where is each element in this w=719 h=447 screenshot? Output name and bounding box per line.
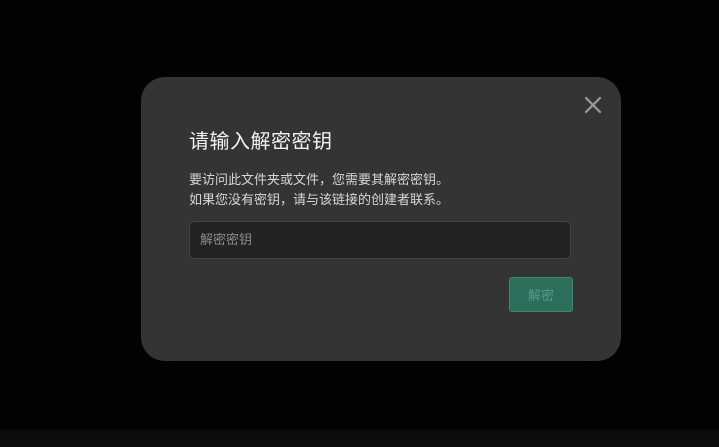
dialog-title: 请输入解密密钥 bbox=[189, 129, 333, 153]
decryption-key-dialog: 请输入解密密钥 要访问此文件夹或文件，您需要其解密密钥。 如果您没有密钥，请与该… bbox=[141, 77, 621, 361]
description-line-1: 要访问此文件夹或文件，您需要其解密密钥。 bbox=[189, 173, 450, 188]
decryption-key-input[interactable] bbox=[189, 221, 571, 259]
description-line-2: 如果您没有密钥，请与该链接的创建者联系。 bbox=[189, 193, 450, 208]
dialog-description: 要访问此文件夹或文件，您需要其解密密钥。 如果您没有密钥，请与该链接的创建者联系… bbox=[189, 171, 449, 211]
bottom-strip bbox=[0, 430, 719, 447]
close-icon[interactable] bbox=[583, 95, 603, 115]
decrypt-button[interactable]: 解密 bbox=[509, 277, 573, 312]
